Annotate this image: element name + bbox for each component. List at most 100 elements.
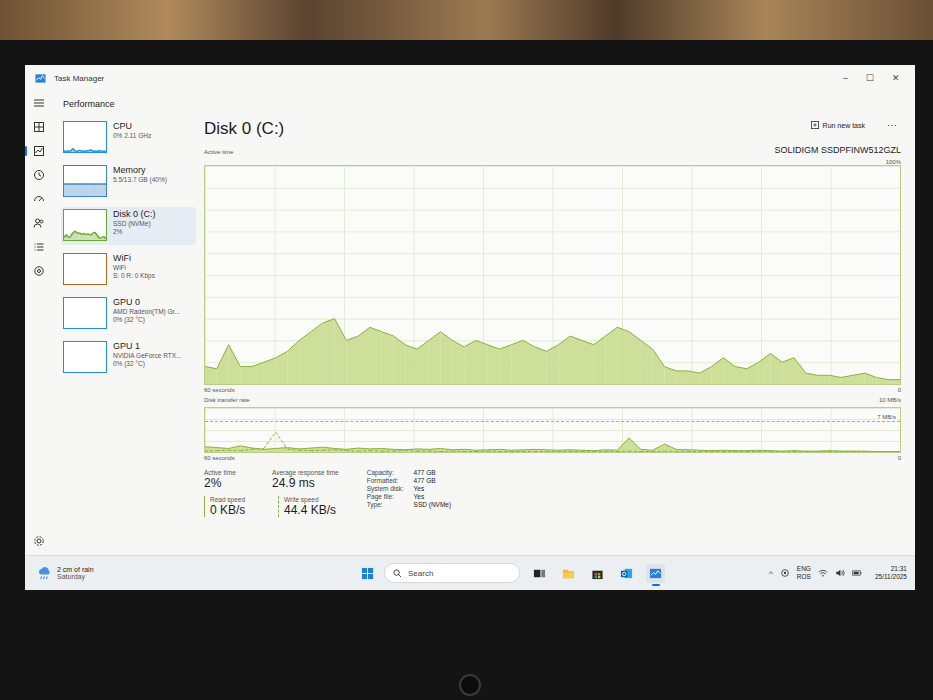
nav-selection-marker: [25, 218, 27, 228]
thumbnail-segment: [79, 150, 81, 152]
write-rate-segment: [806, 451, 818, 452]
details-list-icon: [33, 241, 45, 253]
write-rate-segment: [417, 449, 429, 452]
read-rate-segment: [594, 451, 606, 452]
transfer-rate-gridline: [205, 421, 900, 422]
active-time-segment: [429, 332, 441, 384]
active-time-segment: [712, 358, 724, 384]
thumbnail-segment: [91, 184, 93, 196]
write-rate-segment: [818, 451, 830, 452]
window-control-button[interactable]: ✕: [885, 71, 907, 85]
write-rate-segment: [829, 451, 841, 452]
run-new-task-button[interactable]: Run new task: [807, 119, 869, 131]
device-item[interactable]: Memory5.5/13.7 GB (40%): [61, 163, 196, 201]
settings-gear-icon[interactable]: [33, 535, 45, 547]
window-controls: –☐ ✕: [836, 71, 907, 85]
clock[interactable]: 21:3125/11/2025: [875, 565, 907, 581]
write-rate-segment: [865, 451, 877, 452]
task-manager-icon: [35, 73, 46, 84]
nav-selection-marker: [25, 146, 27, 156]
app-history-clock-icon: [33, 169, 45, 181]
window-control-button[interactable]: ☐: [859, 71, 881, 85]
nav-item[interactable]: [25, 121, 53, 133]
nav-item[interactable]: [25, 193, 53, 205]
device-name: WiFi: [113, 253, 155, 263]
active-time-segment: [606, 327, 618, 384]
write-rate-segment: [370, 448, 382, 452]
read-rate-segment: [641, 451, 653, 452]
power-button[interactable]: [459, 674, 481, 696]
clock-time: 21:31: [891, 565, 907, 573]
weather-widget[interactable]: 2 cm of rainSaturday: [37, 566, 257, 581]
thumbnail-segment: [84, 184, 86, 196]
write-rate-segment: [488, 449, 500, 452]
task-view-icon: [533, 567, 546, 580]
nav-item[interactable]: [25, 265, 53, 277]
active-time-segment: [770, 353, 782, 384]
volume-speaker-icon[interactable]: [835, 568, 845, 578]
read-rate-segment: [676, 451, 688, 452]
device-item[interactable]: CPU0% 2.11 GHz: [61, 119, 196, 157]
outlook-mail-icon: [620, 567, 633, 580]
device-detail: WiFi: [113, 264, 155, 271]
active-time-segment: [676, 371, 688, 384]
thumbnail-segment: [79, 184, 81, 196]
taskbar-app[interactable]: [530, 564, 549, 583]
active-time-segment: [229, 345, 241, 384]
taskbar-app[interactable]: [617, 564, 636, 583]
read-rate-segment: [806, 451, 818, 452]
active-time-segment: [664, 367, 676, 384]
nav-item[interactable]: [25, 145, 53, 157]
device-item[interactable]: GPU 1NVIDIA GeForce RTX...0% (32 °C): [61, 339, 196, 377]
active-time-segment: [335, 319, 347, 384]
read-rate-segment: [382, 451, 394, 452]
disk-panel: Disk 0 (C:)Run new task⋯Active timeSOLID…: [204, 119, 907, 555]
read-rate-segment: [735, 451, 747, 452]
write-rate-segment: [641, 449, 653, 452]
nav-selection-marker: [25, 242, 27, 252]
active-time-segment: [853, 373, 865, 384]
taskbar-app[interactable]: [588, 564, 607, 583]
thumbnail-segment: [93, 151, 95, 152]
device-item[interactable]: GPU 0AMD Radeon(TM) Gr...0% (32 °C): [61, 295, 196, 333]
transfer-rate-max-label: 10 MB/s: [879, 397, 901, 405]
windows-start-icon[interactable]: [361, 567, 374, 580]
more-options-button[interactable]: ⋯: [883, 120, 901, 131]
device-list: CPU0% 2.11 GHz Memory5.5/13.7 GB (40%) Dis…: [61, 119, 196, 555]
thumbnail-segment: [64, 184, 66, 196]
taskbar-app[interactable]: [559, 564, 578, 583]
show-hidden-icons-button[interactable]: ^: [769, 569, 773, 578]
property-value: SSD (NVMe): [414, 501, 452, 508]
hamburger-menu-icon[interactable]: [33, 97, 45, 109]
window-body: PerformanceCPU0% 2.11 GHzMemory5.5/13.7 …: [25, 91, 915, 555]
thumbnail-segment: [102, 151, 104, 152]
write-rate-segment: [747, 450, 759, 452]
device-item[interactable]: Disk 0 (C:)SSD (NVMe)2%: [61, 207, 196, 245]
write-rate-segment: [547, 450, 559, 452]
thumbnail-segment: [82, 151, 84, 152]
device-detail: S: 0 R: 0 Kbps: [113, 272, 155, 279]
disk-title: Disk 0 (C:): [204, 119, 284, 139]
write-rate-segment: [653, 444, 665, 452]
read-rate-segment: [511, 451, 523, 452]
taskbar-app[interactable]: [646, 564, 665, 583]
write-rate-segment: [723, 450, 735, 452]
thumbnail-segment: [75, 231, 77, 240]
active-time-segment: [358, 327, 370, 384]
nav-item[interactable]: [25, 169, 53, 181]
battery-icon[interactable]: [852, 568, 862, 578]
thumbnail-segment: [68, 236, 70, 240]
input-language[interactable]: ENGROS: [797, 565, 811, 581]
location-icon[interactable]: [780, 568, 790, 578]
read-rate-segment: [841, 451, 853, 452]
nav-item[interactable]: [25, 217, 53, 229]
nav-item[interactable]: [25, 241, 53, 253]
write-rate-segment: [782, 451, 794, 452]
thumbnail-segment: [77, 150, 79, 152]
active-time-segment: [688, 371, 700, 384]
window-control-button[interactable]: –: [836, 71, 855, 85]
wifi-icon[interactable]: [818, 568, 828, 578]
taskbar-search[interactable]: Search: [384, 563, 520, 583]
device-item[interactable]: WiFiWiFiS: 0 R: 0 Kbps: [61, 251, 196, 289]
read-rate-segment: [712, 451, 724, 452]
